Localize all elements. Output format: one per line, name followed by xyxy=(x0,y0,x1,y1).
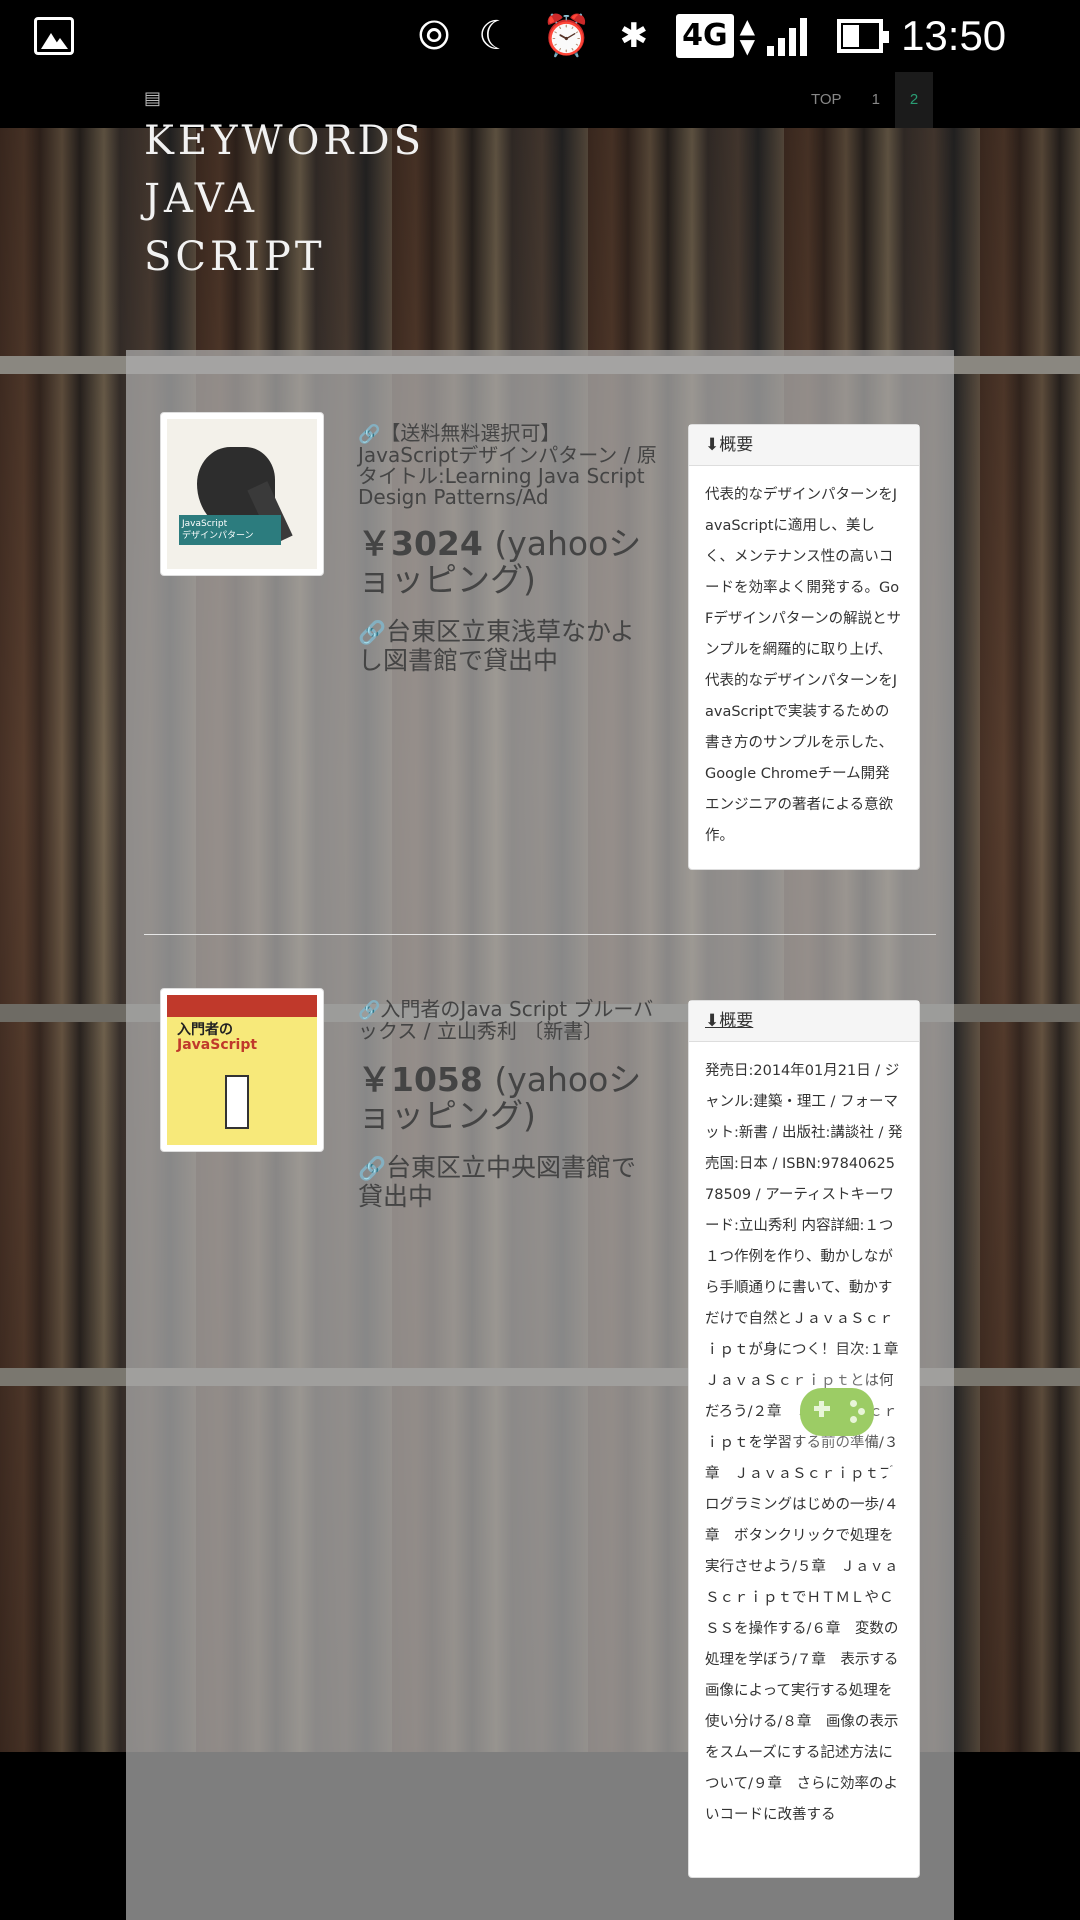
entry-divider xyxy=(144,934,936,935)
nav-link-2[interactable]: 2 xyxy=(894,72,934,128)
link-icon: 🔗 xyxy=(358,1156,387,1182)
library-status-link[interactable]: 🔗台東区立中央図書館で貸出中 xyxy=(358,1154,658,1210)
gamepad-icon[interactable] xyxy=(800,1388,874,1436)
book-title: 【送料無料選択可】JavaScriptデザインパターン / 原タイトル:Lear… xyxy=(358,421,657,509)
page-nav: TOP 1 2 xyxy=(796,72,934,128)
link-icon: 🔗 xyxy=(358,620,387,646)
link-icon: 🔗 xyxy=(358,1000,381,1021)
book-cover-thumbnail[interactable]: JavaScript デザインパターン xyxy=(160,412,324,576)
battery-icon xyxy=(837,19,890,53)
book-cover-image: 入門者の JavaScript xyxy=(167,995,317,1145)
keywords-line: KEYWORDS xyxy=(144,118,425,164)
book-price: ￥3024 (yahooショッピング) xyxy=(358,526,658,598)
book-title: 入門者のJava Script ブルーバックス / 立山秀利 〔新書〕 xyxy=(358,997,654,1043)
library-status-link[interactable]: 🔗台東区立東浅草なかよし図書館で貸出中 xyxy=(358,618,658,674)
clock: 13:50 xyxy=(901,12,1007,59)
link-icon: 🔗 xyxy=(358,424,381,445)
book-cover-thumbnail[interactable]: 入門者の JavaScript xyxy=(160,988,324,1152)
book-cover-image: JavaScript デザインパターン xyxy=(167,419,317,569)
keywords-line: SCRIPT xyxy=(144,234,326,280)
book-icon[interactable]: ▤ xyxy=(144,88,161,109)
hotspot-icon: ⦾ xyxy=(418,13,450,59)
summary-text: 代表的なデザインパターンをJavaScriptに適用し、美しく、メンテナンス性の… xyxy=(705,487,902,844)
floating-widget-handle[interactable] xyxy=(886,1466,902,1482)
summary-toggle[interactable]: ⬇概要 xyxy=(689,1001,919,1042)
library-status: 台東区立中央図書館で貸出中 xyxy=(358,1153,637,1211)
alarm-icon: ⏰ xyxy=(541,13,592,59)
summary-card: ⬇概要 代表的なデザインパターンをJavaScriptに適用し、美しく、メンテナ… xyxy=(688,424,920,870)
nav-link-1[interactable]: 1 xyxy=(857,72,895,128)
data-arrows-icon: ▲ ▼ xyxy=(739,14,756,58)
summary-toggle[interactable]: ⬇概要 xyxy=(689,425,919,466)
network-type: 4G xyxy=(676,14,734,58)
status-bar: ⦾ ☾ ⏰ ✱ 4G ▲ ▼ 13:50 xyxy=(0,0,1080,72)
bluetooth-icon: ✱ xyxy=(619,16,649,56)
gallery-icon xyxy=(34,17,74,55)
library-status: 台東区立東浅草なかよし図書館で貸出中 xyxy=(358,617,635,675)
keywords-line: JAVA xyxy=(144,176,258,222)
moon-icon: ☾ xyxy=(478,13,514,59)
nav-link-top[interactable]: TOP xyxy=(796,72,857,128)
book-title-link[interactable]: 🔗入門者のJava Script ブルーバックス / 立山秀利 〔新書〕 xyxy=(358,999,658,1042)
signal-icon xyxy=(767,16,811,56)
keywords-heading: KEYWORDS JAVA SCRIPT xyxy=(144,112,425,286)
book-title-link[interactable]: 🔗【送料無料選択可】JavaScriptデザインパターン / 原タイトル:Lea… xyxy=(358,423,658,508)
price-value: ￥1058 xyxy=(358,1060,483,1099)
price-value: ￥3024 xyxy=(358,524,483,563)
book-price: ￥1058 (yahooショッピング) xyxy=(358,1062,658,1134)
